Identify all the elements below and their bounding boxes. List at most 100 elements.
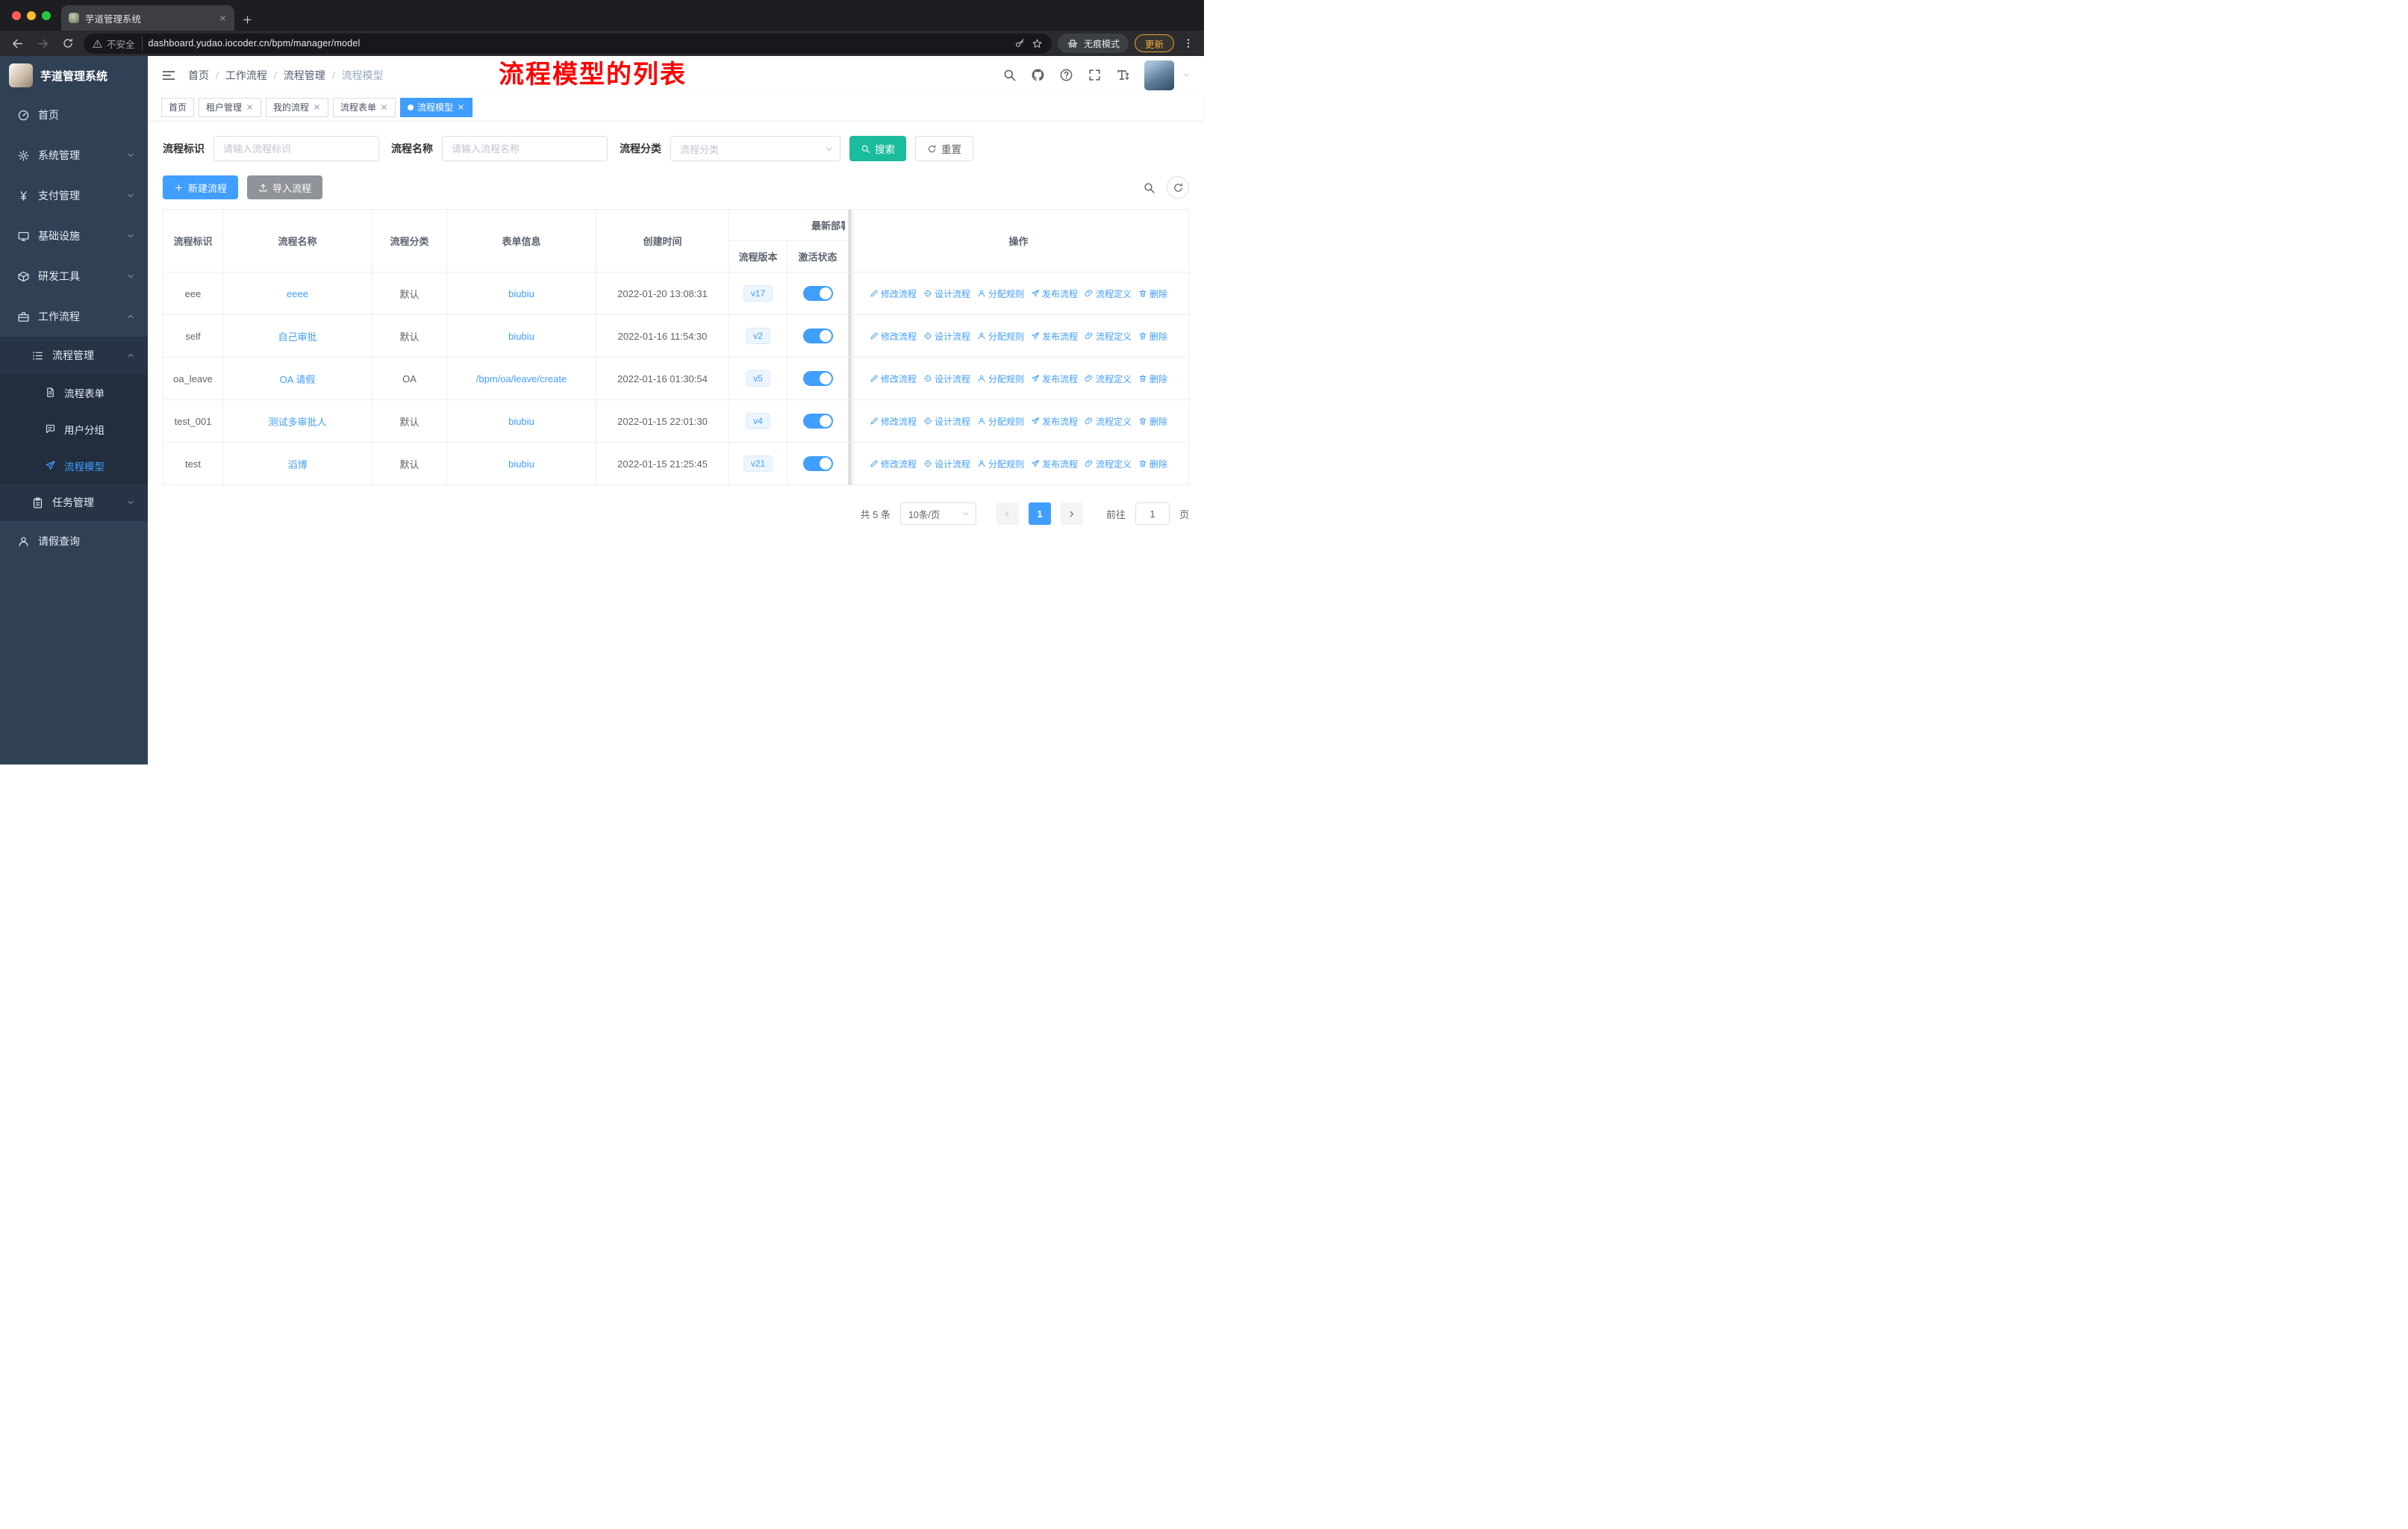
close-icon[interactable] bbox=[457, 103, 465, 111]
form-info-link[interactable]: biubiu bbox=[508, 288, 534, 299]
security-chip[interactable]: 不安全 bbox=[93, 36, 143, 51]
action-assign-rule[interactable]: 分配规则 bbox=[977, 458, 1024, 470]
fullscreen-icon[interactable] bbox=[1088, 68, 1102, 82]
action-edit-process[interactable]: 修改流程 bbox=[870, 330, 917, 343]
action-publish-process[interactable]: 发布流程 bbox=[1031, 287, 1078, 300]
url-text[interactable]: dashboard.yudao.iocoder.cn/bpm/manager/m… bbox=[149, 38, 1008, 49]
font-size-icon[interactable] bbox=[1116, 68, 1130, 82]
action-delete[interactable]: 删除 bbox=[1138, 458, 1167, 470]
active-toggle[interactable] bbox=[802, 456, 833, 471]
action-design-process[interactable]: 设计流程 bbox=[923, 330, 970, 343]
goto-page-input[interactable] bbox=[1135, 502, 1170, 525]
create-process-button[interactable]: 新建流程 bbox=[163, 175, 239, 199]
action-publish-process[interactable]: 发布流程 bbox=[1031, 458, 1078, 470]
current-page-button[interactable]: 1 bbox=[1028, 502, 1051, 525]
sidebar-item-leave-query[interactable]: 请假查询 bbox=[0, 521, 148, 561]
sidebar-item-process-form[interactable]: 流程表单 bbox=[0, 374, 148, 411]
sidebar-item-payment[interactable]: 支付管理 bbox=[0, 175, 148, 216]
active-toggle[interactable] bbox=[802, 371, 833, 386]
page-size-select[interactable]: 10条/页 bbox=[899, 502, 976, 525]
action-edit-process[interactable]: 修改流程 bbox=[870, 415, 917, 428]
tag-process-form[interactable]: 流程表单 bbox=[333, 97, 396, 117]
zoom-window-button[interactable] bbox=[42, 10, 51, 20]
version-badge[interactable]: v5 bbox=[746, 370, 770, 387]
action-design-process[interactable]: 设计流程 bbox=[923, 373, 970, 385]
action-delete[interactable]: 删除 bbox=[1138, 373, 1167, 385]
tag-my-process[interactable]: 我的流程 bbox=[266, 97, 329, 117]
action-assign-rule[interactable]: 分配规则 bbox=[977, 373, 1024, 385]
search-icon[interactable] bbox=[1002, 68, 1017, 82]
action-process-definition[interactable]: 流程定义 bbox=[1085, 415, 1132, 428]
chrome-update-button[interactable]: 更新 bbox=[1134, 34, 1174, 52]
action-edit-process[interactable]: 修改流程 bbox=[870, 458, 917, 470]
action-design-process[interactable]: 设计流程 bbox=[923, 287, 970, 300]
close-icon[interactable] bbox=[313, 103, 321, 111]
sidebar-item-workflow[interactable]: 工作流程 bbox=[0, 296, 148, 337]
action-assign-rule[interactable]: 分配规则 bbox=[977, 287, 1024, 300]
help-icon[interactable] bbox=[1059, 68, 1073, 82]
tag-home[interactable]: 首页 bbox=[161, 97, 195, 117]
active-toggle[interactable] bbox=[802, 328, 833, 343]
reset-button[interactable]: 重置 bbox=[915, 136, 973, 161]
tag-tenant[interactable]: 租户管理 bbox=[199, 97, 262, 117]
close-icon[interactable] bbox=[246, 103, 254, 111]
next-page-button[interactable] bbox=[1060, 502, 1083, 525]
action-assign-rule[interactable]: 分配规则 bbox=[977, 330, 1024, 343]
version-badge[interactable]: v2 bbox=[746, 328, 770, 344]
form-info-link[interactable]: biubiu bbox=[508, 458, 534, 470]
sidebar-item-home[interactable]: 首页 bbox=[0, 95, 148, 135]
action-publish-process[interactable]: 发布流程 bbox=[1031, 330, 1078, 343]
prev-page-button[interactable] bbox=[996, 502, 1019, 525]
close-icon[interactable] bbox=[380, 103, 388, 111]
minimize-window-button[interactable] bbox=[27, 10, 36, 20]
sidebar-item-user-group[interactable]: 用户分组 bbox=[0, 411, 148, 447]
version-badge[interactable]: v4 bbox=[746, 413, 770, 429]
process-name-input[interactable] bbox=[442, 136, 608, 161]
app-logo[interactable]: 芋道管理系统 bbox=[0, 56, 148, 95]
sidebar-item-process-management[interactable]: 流程管理 bbox=[0, 337, 148, 374]
sidebar-item-process-model[interactable]: 流程模型 bbox=[0, 447, 148, 484]
action-design-process[interactable]: 设计流程 bbox=[923, 415, 970, 428]
search-button[interactable]: 搜索 bbox=[849, 136, 906, 161]
browser-menu-button[interactable] bbox=[1180, 37, 1197, 49]
hamburger-icon[interactable] bbox=[161, 68, 176, 83]
sidebar-item-system[interactable]: 系统管理 bbox=[0, 135, 148, 175]
new-tab-button[interactable] bbox=[242, 14, 253, 25]
import-process-button[interactable]: 导入流程 bbox=[247, 175, 323, 199]
version-badge[interactable]: v21 bbox=[743, 455, 773, 472]
browser-tab[interactable]: 芋道管理系统 bbox=[61, 5, 234, 31]
form-info-link[interactable]: biubiu bbox=[508, 416, 534, 427]
back-button[interactable] bbox=[7, 34, 27, 53]
action-assign-rule[interactable]: 分配规则 bbox=[977, 415, 1024, 428]
breadcrumb-item[interactable]: 流程管理 bbox=[284, 68, 342, 83]
tag-process-model[interactable]: 流程模型 bbox=[400, 97, 473, 117]
process-name-link[interactable]: eeee bbox=[287, 288, 308, 299]
action-process-definition[interactable]: 流程定义 bbox=[1085, 373, 1132, 385]
action-process-definition[interactable]: 流程定义 bbox=[1085, 330, 1132, 343]
address-bar[interactable]: 不安全 dashboard.yudao.iocoder.cn/bpm/manag… bbox=[84, 33, 1052, 54]
action-delete[interactable]: 删除 bbox=[1138, 415, 1167, 428]
form-info-link[interactable]: /bpm/oa/leave/create bbox=[476, 373, 567, 384]
password-key-icon[interactable] bbox=[1014, 38, 1026, 49]
category-select[interactable]: 流程分类 bbox=[670, 136, 840, 161]
action-delete[interactable]: 删除 bbox=[1138, 287, 1167, 300]
action-process-definition[interactable]: 流程定义 bbox=[1085, 287, 1132, 300]
breadcrumb-item[interactable]: 工作流程 bbox=[225, 68, 284, 83]
version-badge[interactable]: v17 bbox=[743, 285, 773, 302]
breadcrumb-item[interactable]: 首页 bbox=[188, 68, 225, 83]
process-name-link[interactable]: 滔博 bbox=[287, 459, 307, 470]
action-process-definition[interactable]: 流程定义 bbox=[1085, 458, 1132, 470]
action-publish-process[interactable]: 发布流程 bbox=[1031, 373, 1078, 385]
github-icon[interactable] bbox=[1031, 68, 1045, 82]
action-publish-process[interactable]: 发布流程 bbox=[1031, 415, 1078, 428]
sidebar-item-task-management[interactable]: 任务管理 bbox=[0, 484, 148, 521]
table-refresh-button[interactable] bbox=[1167, 176, 1189, 199]
active-toggle[interactable] bbox=[802, 414, 833, 429]
form-info-link[interactable]: biubiu bbox=[508, 331, 534, 342]
action-design-process[interactable]: 设计流程 bbox=[923, 458, 970, 470]
sidebar-item-devtools[interactable]: 研发工具 bbox=[0, 256, 148, 296]
active-toggle[interactable] bbox=[802, 286, 833, 301]
forward-button[interactable] bbox=[33, 34, 52, 53]
search-toggle-icon[interactable] bbox=[1143, 181, 1155, 194]
process-name-link[interactable]: OA 请假 bbox=[280, 374, 316, 385]
